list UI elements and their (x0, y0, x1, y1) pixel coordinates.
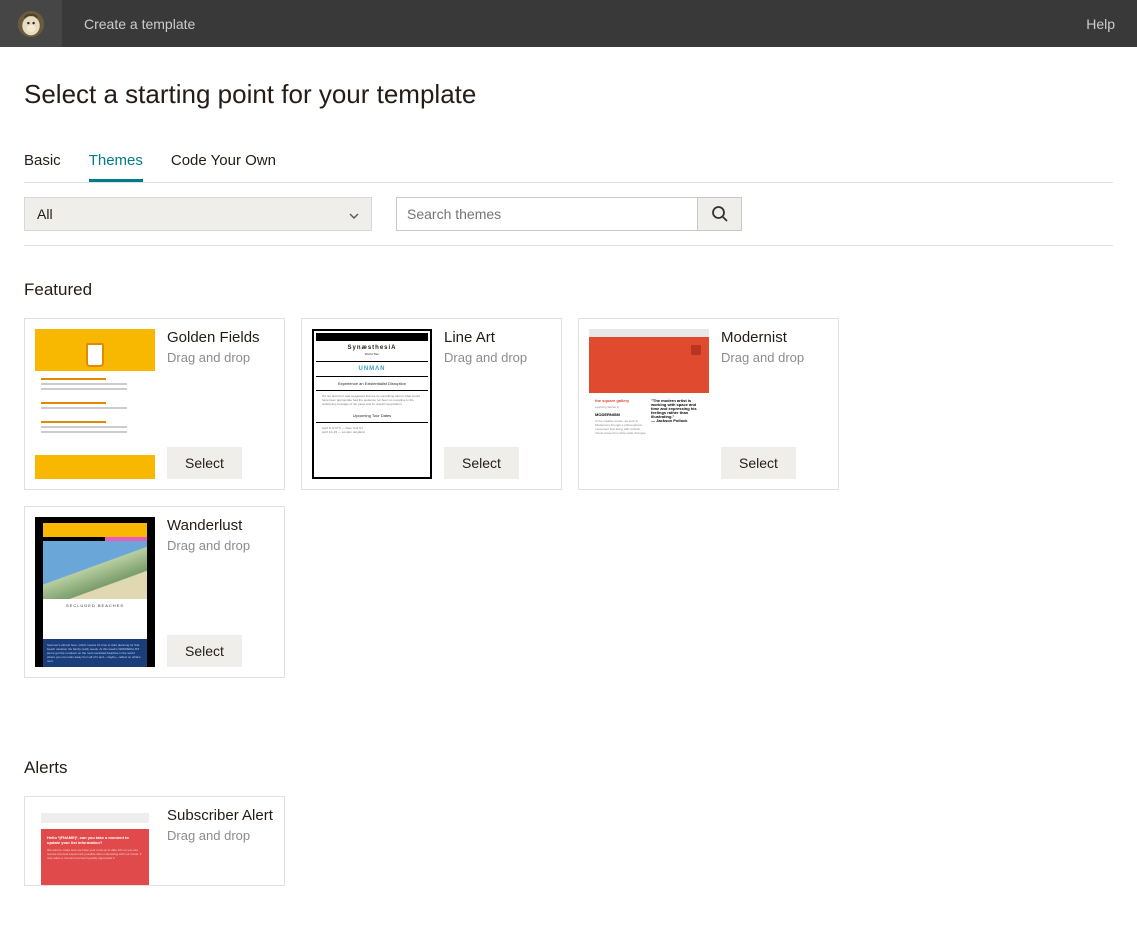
search-button[interactable] (697, 198, 741, 230)
theme-card-golden-fields: Golden Fields Drag and drop Select (24, 318, 285, 490)
theme-card-line-art: SynæsthesiAWorld Tour UNMΛN Experience a… (301, 318, 562, 490)
theme-title: Line Art (444, 329, 551, 346)
search-wrap (396, 197, 742, 231)
select-button[interactable]: Select (167, 447, 242, 479)
tab-code-your-own[interactable]: Code Your Own (171, 152, 276, 182)
topbar: Create a template Help (0, 0, 1137, 47)
breadcrumb[interactable]: Create a template (84, 16, 195, 32)
theme-subtitle: Drag and drop (444, 350, 551, 365)
page-title: Select a starting point for your templat… (24, 79, 1113, 110)
chevron-down-icon (349, 206, 359, 222)
theme-thumbnail[interactable]: the square galleryLearning Series IIMODE… (589, 329, 709, 479)
page-body: Select a starting point for your templat… (0, 47, 1137, 946)
logo[interactable] (0, 0, 62, 47)
theme-card-wanderlust: SECLUDED BEACHES Summer's almost here, w… (24, 506, 285, 678)
tab-basic[interactable]: Basic (24, 152, 61, 182)
select-button[interactable]: Select (167, 635, 242, 667)
filter-row: All (24, 183, 1113, 246)
search-icon (711, 205, 729, 223)
featured-grid: Golden Fields Drag and drop Select Synæs… (24, 318, 1113, 678)
theme-title: Wanderlust (167, 517, 274, 534)
theme-thumbnail[interactable] (35, 329, 155, 479)
theme-thumbnail[interactable]: SynæsthesiAWorld Tour UNMΛN Experience a… (312, 329, 432, 479)
section-alerts-heading: Alerts (24, 758, 1113, 778)
theme-thumbnail[interactable]: SECLUDED BEACHES Summer's almost here, w… (35, 517, 155, 667)
search-input[interactable] (397, 198, 697, 230)
select-button[interactable]: Select (721, 447, 796, 479)
help-link[interactable]: Help (1086, 16, 1115, 32)
theme-subtitle: Drag and drop (167, 350, 274, 365)
theme-title: Modernist (721, 329, 828, 346)
select-button[interactable]: Select (444, 447, 519, 479)
theme-thumbnail[interactable]: Hello *|FNAME|*, can you take a moment t… (35, 807, 155, 886)
dropdown-value: All (37, 206, 53, 222)
theme-title: Golden Fields (167, 329, 274, 346)
theme-subtitle: Drag and drop (167, 828, 274, 843)
theme-subtitle: Drag and drop (721, 350, 828, 365)
theme-title: Subscriber Alert (167, 807, 274, 824)
theme-subtitle: Drag and drop (167, 538, 274, 553)
mailchimp-logo-icon (17, 10, 45, 38)
theme-card-modernist: the square galleryLearning Series IIMODE… (578, 318, 839, 490)
section-featured-heading: Featured (24, 280, 1113, 300)
theme-card-subscriber-alert: Hello *|FNAME|*, can you take a moment t… (24, 796, 285, 886)
category-dropdown[interactable]: All (24, 197, 372, 231)
tab-themes[interactable]: Themes (89, 152, 143, 182)
alerts-grid: Hello *|FNAME|*, can you take a moment t… (24, 796, 1113, 886)
tabs: Basic Themes Code Your Own (24, 152, 1113, 183)
